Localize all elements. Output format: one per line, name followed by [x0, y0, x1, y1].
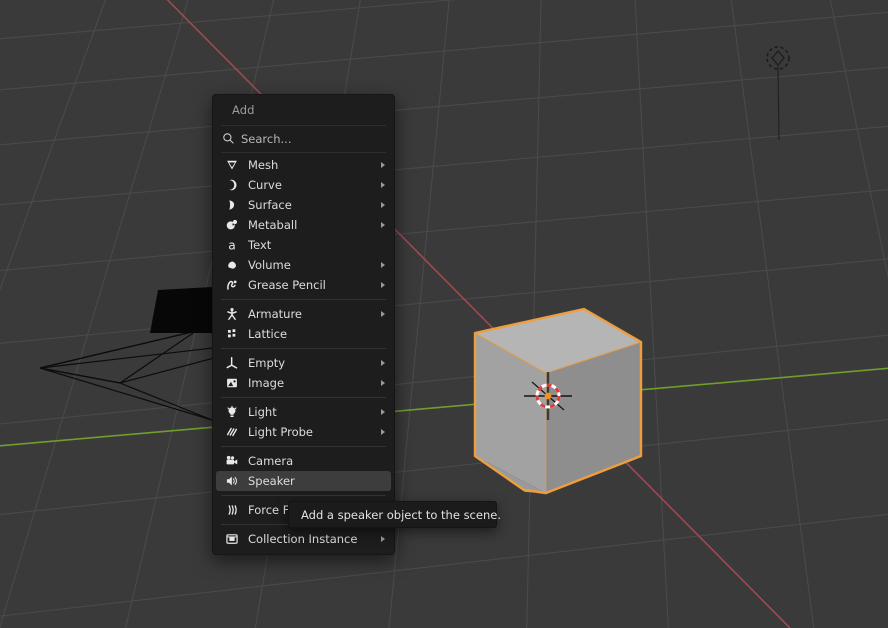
submenu-arrow-icon [381, 202, 385, 208]
menu-item-collection-instance[interactable]: Collection Instance [216, 529, 391, 549]
menu-item-label: Surface [248, 198, 292, 212]
y-axis-line [0, 367, 888, 447]
submenu-arrow-icon [381, 429, 385, 435]
light-object [766, 46, 790, 141]
menu-item-camera[interactable]: Camera [216, 451, 391, 471]
menu-item-label: Armature [248, 307, 302, 321]
menu-item-light[interactable]: Light [216, 402, 391, 422]
add-menu-panel[interactable]: Add Search... Mesh Curve Surface Metaball a T… [212, 94, 395, 555]
3d-viewport[interactable] [0, 0, 888, 628]
submenu-arrow-icon [381, 311, 385, 317]
submenu-arrow-icon [381, 182, 385, 188]
menu-item-surface[interactable]: Surface [216, 195, 391, 215]
add-menu-search[interactable]: Search... [216, 128, 391, 150]
menu-item-image[interactable]: Image [216, 373, 391, 393]
menu-item-empty[interactable]: Empty [216, 353, 391, 373]
menu-separator [221, 397, 386, 398]
blender-window: Add Search... Mesh Curve Surface Metaball a T… [0, 0, 888, 628]
tooltip-text: Add a speaker object to the scene. [301, 507, 501, 522]
menu-item-label: Text [248, 238, 272, 252]
menu-separator [221, 446, 386, 447]
surface-icon [222, 197, 242, 213]
add-menu-title: Add [232, 103, 255, 117]
armature-icon [222, 306, 242, 322]
menu-item-light-probe[interactable]: Light Probe [216, 422, 391, 442]
menu-item-label: Speaker [248, 474, 295, 488]
menu-item-label: Curve [248, 178, 282, 192]
volume-icon [222, 257, 242, 273]
light-icon [222, 404, 242, 420]
svg-text:a: a [228, 238, 236, 252]
submenu-arrow-icon [381, 360, 385, 366]
menu-item-label: Image [248, 376, 285, 390]
submenu-arrow-icon [381, 262, 385, 268]
text-icon: a [222, 237, 242, 253]
submenu-arrow-icon [381, 409, 385, 415]
menu-item-label: Collection Instance [248, 532, 358, 546]
empty-icon [222, 355, 242, 371]
menu-item-label: Mesh [248, 158, 279, 172]
image-icon [222, 375, 242, 391]
force-field-icon [222, 502, 242, 518]
grease-pencil-icon [222, 277, 242, 293]
menu-item-text[interactable]: a Text [216, 235, 391, 255]
speaker-icon [222, 473, 242, 489]
menu-item-volume[interactable]: Volume [216, 255, 391, 275]
metaball-icon [222, 217, 242, 233]
search-placeholder: Search... [241, 132, 292, 146]
submenu-arrow-icon [381, 536, 385, 542]
light-probe-icon [222, 424, 242, 440]
tooltip: Add a speaker object to the scene. [288, 501, 501, 528]
menu-item-grease-pencil[interactable]: Grease Pencil [216, 275, 391, 295]
menu-item-lattice[interactable]: Lattice [216, 324, 391, 344]
menu-item-speaker[interactable]: Speaker [216, 471, 391, 491]
menu-item-metaball[interactable]: Metaball [216, 215, 391, 235]
menu-item-mesh[interactable]: Mesh [216, 155, 391, 175]
submenu-arrow-icon [381, 162, 385, 168]
submenu-arrow-icon [381, 222, 385, 228]
search-icon [222, 130, 235, 149]
menu-separator [221, 152, 386, 153]
curve-icon [222, 177, 242, 193]
menu-item-label: Light Probe [248, 425, 313, 439]
lattice-icon [222, 326, 242, 342]
menu-item-label: Light [248, 405, 277, 419]
menu-item-label: Volume [248, 258, 291, 272]
add-menu-items: Mesh Curve Surface Metaball a Text Volume Greas… [213, 155, 394, 549]
menu-item-label: Lattice [248, 327, 288, 341]
menu-item-armature[interactable]: Armature [216, 304, 391, 324]
menu-separator [221, 495, 386, 496]
menu-item-label: Camera [248, 454, 294, 468]
viewport-grid [0, 0, 888, 628]
submenu-arrow-icon [381, 282, 385, 288]
viewport-canvas [0, 0, 888, 628]
mesh-icon [222, 157, 242, 173]
submenu-arrow-icon [381, 380, 385, 386]
menu-separator [221, 299, 386, 300]
menu-separator [221, 125, 386, 126]
menu-item-curve[interactable]: Curve [216, 175, 391, 195]
menu-item-label: Grease Pencil [248, 278, 326, 292]
menu-item-label: Metaball [248, 218, 298, 232]
camera-icon [222, 453, 242, 469]
menu-separator [221, 348, 386, 349]
menu-item-label: Empty [248, 356, 286, 370]
collection-instance-icon [222, 531, 242, 547]
